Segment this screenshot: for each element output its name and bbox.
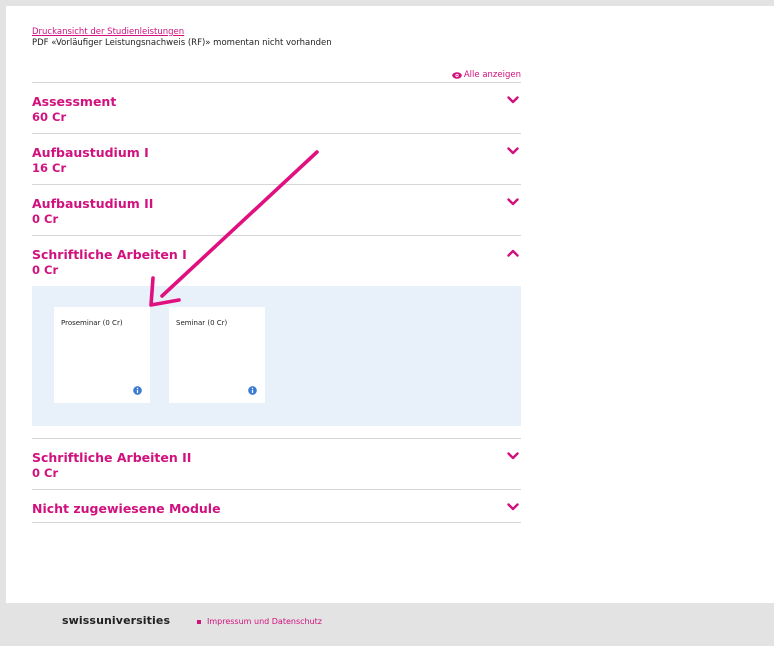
main-content: Druckansicht der Studienleistungen PDF «… — [32, 27, 521, 523]
accordion-item-schriftliche-arbeiten-1: Schriftliche Arbeiten I 0 Cr Proseminar … — [32, 236, 521, 439]
accordion-title: Schriftliche Arbeiten I — [32, 247, 187, 262]
accordion-item-schriftliche-arbeiten-2: Schriftliche Arbeiten II 0 Cr — [32, 439, 521, 490]
show-all-label: Alle anzeigen — [463, 70, 521, 80]
module-label: Seminar (0 Cr) — [176, 319, 228, 327]
accordion-header[interactable]: Nicht zugewiesene Module — [32, 490, 521, 522]
study-accordion: Assessment 60 Cr Aufbaustudium I 16 Cr A… — [32, 82, 521, 523]
info-icon[interactable] — [248, 386, 257, 395]
accordion-title: Nicht zugewiesene Module — [32, 501, 221, 516]
accordion-header[interactable]: Schriftliche Arbeiten II 0 Cr — [32, 439, 521, 489]
accordion-item-assessment: Assessment 60 Cr — [32, 83, 521, 134]
accordion-title: Aufbaustudium II — [32, 196, 154, 211]
chevron-up-icon[interactable] — [507, 249, 519, 257]
footer: swissuniversities Impressum und Datensch… — [6, 603, 774, 641]
accordion-title: Assessment — [32, 94, 117, 109]
info-icon[interactable] — [133, 386, 142, 395]
accordion-item-aufbaustudium-2: Aufbaustudium II 0 Cr — [32, 185, 521, 236]
accordion-item-aufbaustudium-1: Aufbaustudium I 16 Cr — [32, 134, 521, 185]
accordion-header[interactable]: Aufbaustudium I 16 Cr — [32, 134, 521, 184]
chevron-down-icon[interactable] — [507, 96, 519, 104]
page-frame: Druckansicht der Studienleistungen PDF «… — [6, 6, 774, 640]
imprint-link-label: Impressum und Datenschutz — [207, 617, 323, 626]
accordion-credits: 16 Cr — [32, 161, 67, 175]
bullet-icon — [197, 619, 201, 624]
chevron-down-icon[interactable] — [507, 503, 519, 511]
module-card-seminar[interactable]: Seminar (0 Cr) — [169, 307, 265, 403]
accordion-header[interactable]: Aufbaustudium II 0 Cr — [32, 185, 521, 235]
chevron-down-icon[interactable] — [507, 198, 519, 206]
accordion-title: Aufbaustudium I — [32, 145, 149, 160]
accordion-title: Schriftliche Arbeiten II — [32, 450, 192, 465]
module-card-proseminar[interactable]: Proseminar (0 Cr) — [54, 307, 150, 403]
accordion-credits: 0 Cr — [32, 212, 59, 226]
eye-icon — [452, 71, 462, 79]
accordion-panel: Proseminar (0 Cr) Seminar (0 Cr) — [32, 286, 521, 426]
accordion-credits: 0 Cr — [32, 263, 59, 277]
show-all-link[interactable]: Alle anzeigen — [452, 70, 521, 80]
swissuniversities-logo: swissuniversities — [62, 614, 171, 627]
pdf-status-note: PDF «Vorläufiger Leistungsnachweis (RF)»… — [32, 38, 332, 48]
accordion-item-nicht-zugewiesene-module: Nicht zugewiesene Module — [32, 490, 521, 523]
accordion-header[interactable]: Schriftliche Arbeiten I 0 Cr — [32, 236, 521, 286]
accordion-credits: 0 Cr — [32, 466, 59, 480]
accordion-header[interactable]: Assessment 60 Cr — [32, 83, 521, 133]
print-view-link[interactable]: Druckansicht der Studienleistungen — [32, 27, 521, 38]
accordion-credits: 60 Cr — [32, 110, 67, 124]
chevron-down-icon[interactable] — [507, 147, 519, 155]
imprint-link[interactable]: Impressum und Datenschutz — [197, 617, 322, 626]
module-label: Proseminar (0 Cr) — [61, 319, 123, 327]
chevron-down-icon[interactable] — [507, 452, 519, 460]
